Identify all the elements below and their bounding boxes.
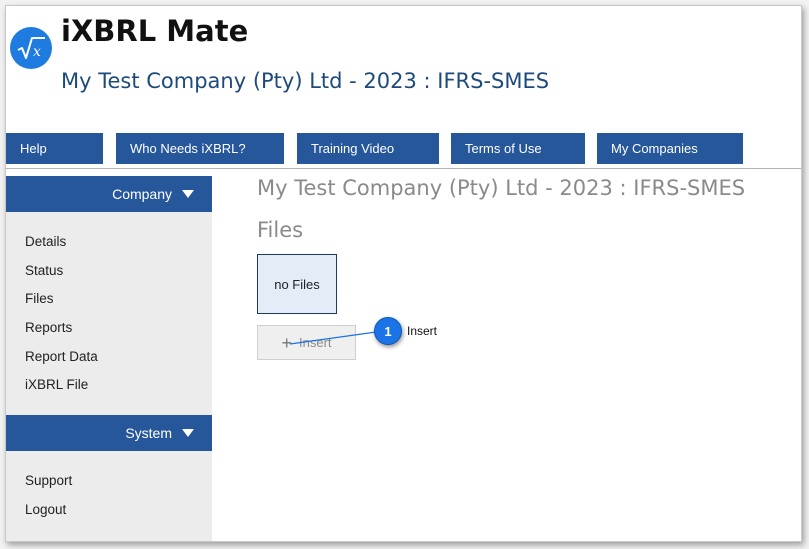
callout-connector [289, 331, 377, 345]
callout-label: Insert [407, 324, 438, 338]
callout-badge: 1 [374, 317, 402, 345]
app-window: x iXBRL Mate My Test Company (Pty) Ltd -… [5, 5, 802, 542]
